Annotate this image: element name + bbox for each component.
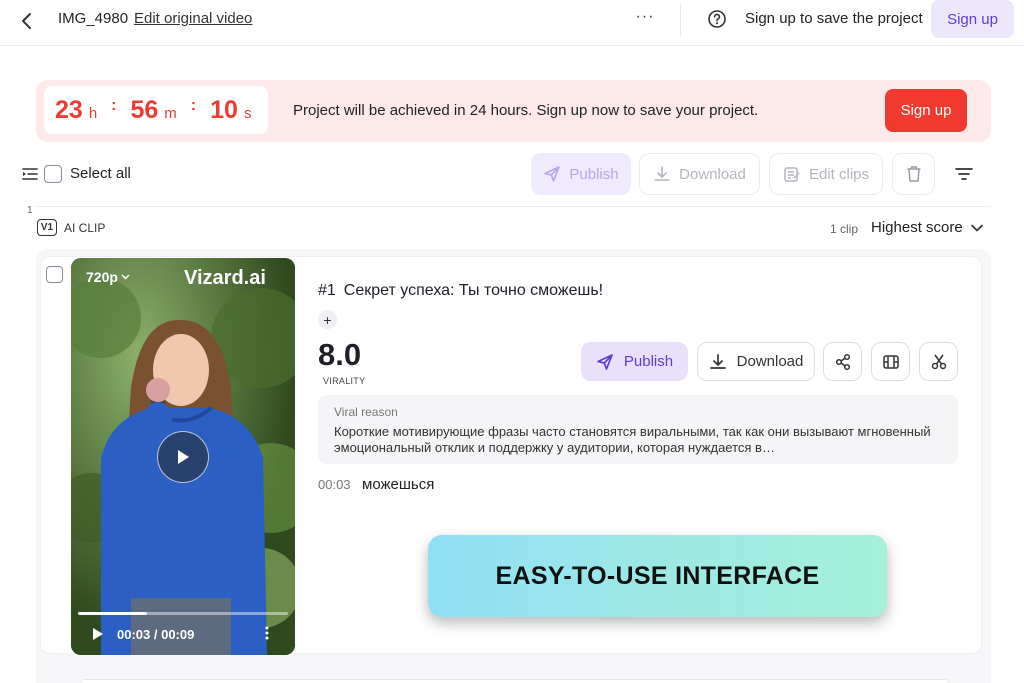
viral-reason-text: Короткие мотивирующие фразы часто станов… bbox=[334, 424, 931, 455]
hours-unit: h bbox=[88, 104, 98, 122]
resolution-selector[interactable]: 720p bbox=[86, 269, 130, 285]
download-icon bbox=[709, 353, 726, 369]
banner-signup-button[interactable]: Sign up bbox=[885, 89, 967, 132]
play-icon bbox=[178, 450, 189, 464]
clip-number: #1 bbox=[318, 282, 336, 299]
back-button[interactable] bbox=[14, 8, 40, 34]
resolution-label: 720p bbox=[86, 269, 118, 285]
storyboard-button[interactable] bbox=[871, 342, 910, 381]
filter-button[interactable] bbox=[950, 153, 978, 195]
next-clip-card bbox=[80, 679, 950, 683]
edit-clips-label: Edit clips bbox=[808, 165, 870, 183]
scissors-icon bbox=[931, 354, 946, 369]
project-name: IMG_4980 bbox=[58, 10, 129, 27]
countdown-timer: 23 h : 56 m : 10 s bbox=[44, 86, 268, 134]
share-button[interactable] bbox=[823, 342, 862, 381]
video-player[interactable]: 720p Vizard.ai 00:03 / 00:09 bbox=[71, 258, 295, 655]
banner-message: Project will be achieved in 24 hours. Si… bbox=[293, 102, 759, 119]
select-all-label: Select all bbox=[70, 165, 131, 182]
transcript-timestamp: 00:03 bbox=[318, 477, 351, 492]
trash-icon bbox=[907, 166, 920, 182]
timer-separator: : bbox=[111, 97, 117, 114]
signup-button[interactable]: Sign up bbox=[931, 0, 1014, 38]
section-index: 1 bbox=[27, 205, 33, 216]
chevron-down-icon bbox=[121, 274, 130, 280]
edit-clips-button[interactable]: Edit clips bbox=[769, 153, 883, 195]
delete-button[interactable] bbox=[892, 153, 935, 195]
play-icon[interactable] bbox=[91, 627, 105, 641]
edit-original-video-link[interactable]: Edit original video bbox=[134, 10, 252, 27]
chevron-left-icon bbox=[22, 13, 31, 29]
play-button[interactable] bbox=[157, 431, 209, 483]
help-icon[interactable] bbox=[707, 9, 727, 29]
transcript-text: можешься bbox=[362, 476, 435, 493]
trim-button[interactable] bbox=[919, 342, 958, 381]
send-icon bbox=[544, 166, 561, 182]
download-icon bbox=[654, 166, 670, 181]
video-progress-fill bbox=[78, 612, 148, 615]
promo-overlay: EASY-TO-USE INTERFACE bbox=[428, 535, 887, 617]
share-icon bbox=[835, 353, 850, 370]
minutes-unit: m bbox=[164, 104, 177, 122]
clip-count: 1 clip bbox=[830, 222, 859, 236]
list-collapse-icon[interactable] bbox=[22, 166, 38, 182]
download-label: Download bbox=[736, 353, 804, 370]
filter-lines-icon bbox=[955, 168, 973, 180]
video-progress-bar[interactable] bbox=[78, 612, 288, 615]
clip-checkbox[interactable] bbox=[46, 266, 63, 283]
section-label: AI CLIP bbox=[64, 221, 106, 235]
clip-title-text: Секрет успеха: Ты точно сможешь! bbox=[343, 282, 604, 299]
video-time: 00:03 / 00:09 bbox=[117, 627, 195, 642]
top-bar: IMG_4980 Edit original video ··· Sign up… bbox=[0, 0, 1024, 46]
send-icon bbox=[597, 353, 613, 370]
edit-clips-icon bbox=[784, 167, 800, 182]
save-project-prompt: Sign up to save the project bbox=[745, 10, 923, 27]
download-button[interactable]: Download bbox=[697, 342, 815, 381]
publish-label: Publish bbox=[623, 353, 674, 370]
film-icon bbox=[882, 354, 899, 369]
add-tag-button[interactable]: + bbox=[318, 310, 337, 329]
virality-score: 8.0 bbox=[318, 337, 362, 372]
seconds-value: 10 bbox=[210, 95, 238, 124]
expiry-banner: 23 h : 56 m : 10 s Project will be achie… bbox=[36, 80, 991, 142]
clip-title: #1 Секрет успеха: Ты точно сможешь! bbox=[318, 282, 603, 300]
chevron-down-icon bbox=[970, 224, 983, 231]
divider bbox=[36, 206, 991, 207]
more-vertical-icon[interactable] bbox=[263, 625, 271, 641]
sort-dropdown[interactable]: Highest score bbox=[871, 219, 983, 236]
select-all-checkbox[interactable] bbox=[44, 165, 62, 183]
hours-value: 23 bbox=[55, 95, 83, 124]
bulk-download-button[interactable]: Download bbox=[639, 153, 760, 195]
viral-reason-label: Viral reason bbox=[334, 405, 398, 419]
seconds-unit: s bbox=[243, 104, 252, 122]
virality-label: VIRALITY bbox=[323, 376, 366, 386]
publish-button[interactable]: Publish bbox=[581, 342, 688, 381]
more-options-button[interactable]: ··· bbox=[634, 6, 656, 32]
timer-separator: : bbox=[190, 97, 197, 114]
minutes-value: 56 bbox=[130, 95, 159, 124]
version-badge: V1 bbox=[37, 219, 57, 236]
divider bbox=[680, 4, 681, 36]
viral-reason-box: Viral reason Короткие мотивирующие фразы… bbox=[318, 395, 958, 464]
bulk-publish-button[interactable]: Publish bbox=[531, 153, 631, 195]
watermark: Vizard.ai bbox=[184, 267, 266, 289]
bulk-download-label: Download bbox=[679, 165, 746, 183]
bulk-publish-label: Publish bbox=[569, 165, 619, 183]
sort-label: Highest score bbox=[871, 219, 963, 236]
